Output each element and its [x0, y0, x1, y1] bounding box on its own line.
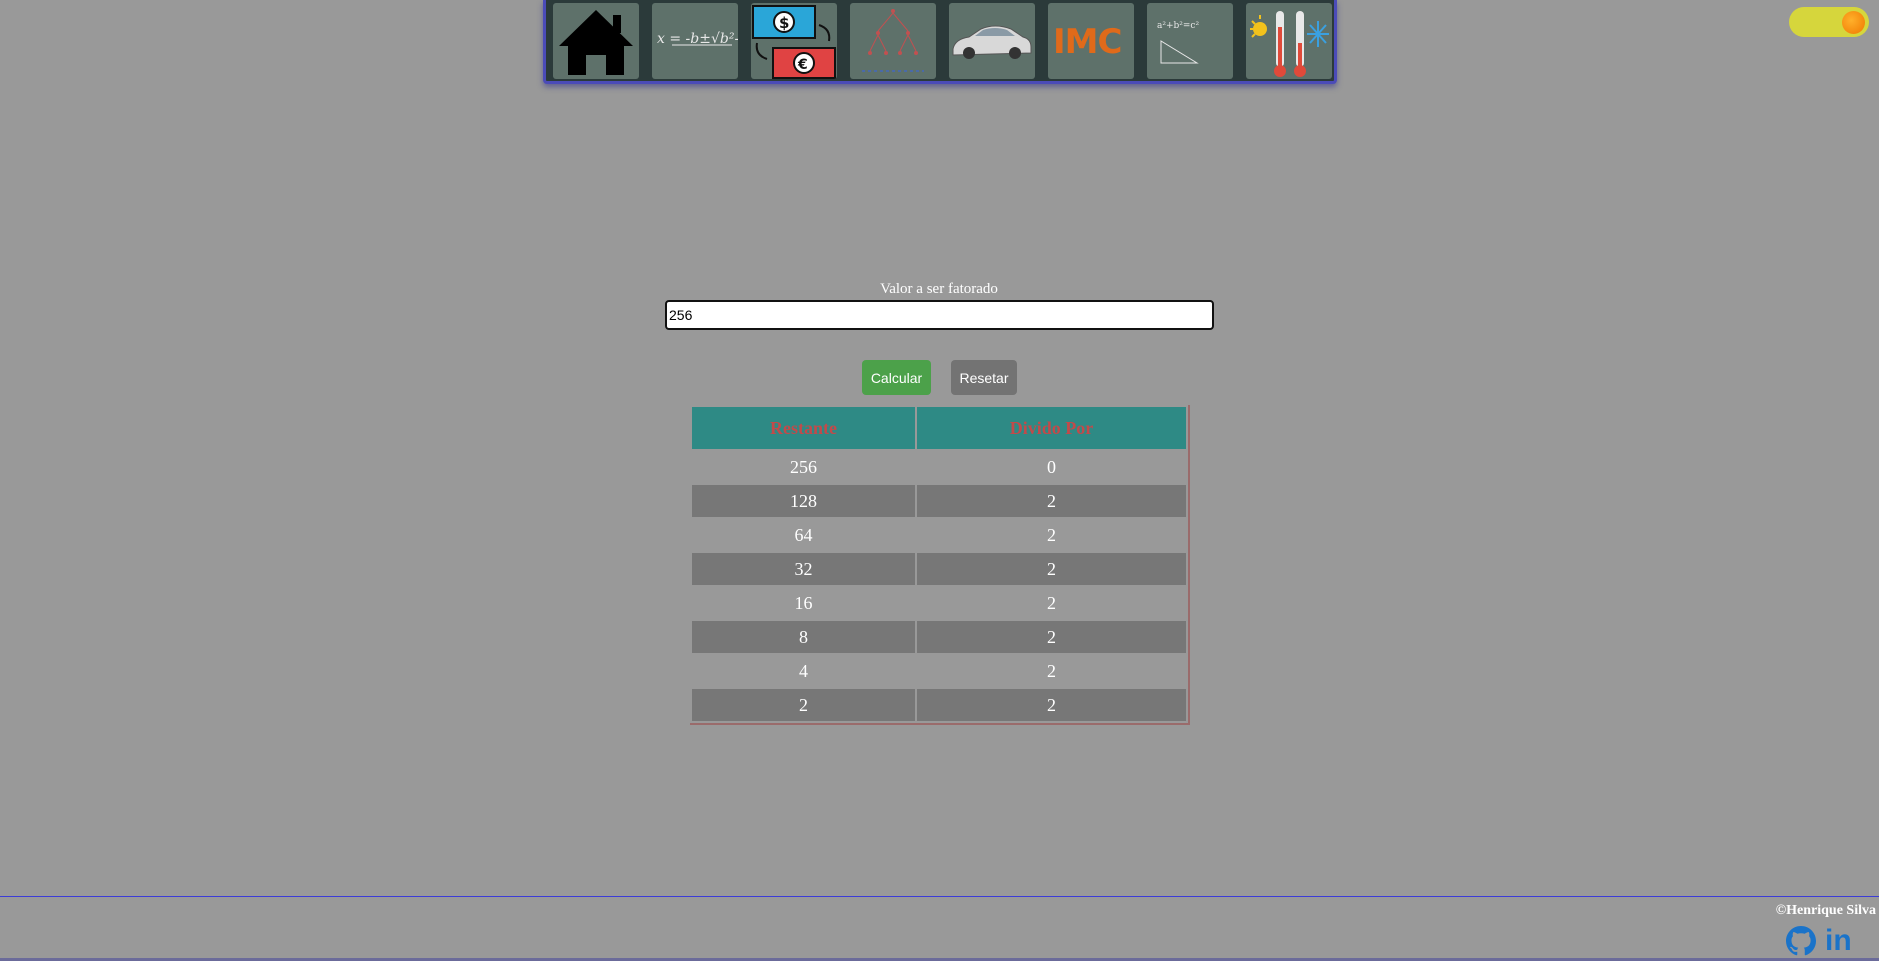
cell-divido-por: 2	[917, 553, 1186, 585]
table-row: 16 2	[692, 587, 1186, 619]
nav-pythagoras-button[interactable]: a²+b²=c²	[1147, 3, 1233, 79]
nav-home-button[interactable]	[553, 3, 639, 79]
calculate-button[interactable]: Calcular	[862, 360, 931, 395]
cell-divido-por: 2	[917, 519, 1186, 551]
cell-restante: 64	[692, 519, 915, 551]
linkedin-icon[interactable]: in	[1825, 926, 1852, 956]
cell-restante: 4	[692, 655, 915, 687]
column-header-divido-por: Divido Por	[917, 407, 1186, 449]
cell-restante: 2	[692, 689, 915, 721]
github-icon[interactable]	[1786, 926, 1816, 956]
cell-divido-por: 2	[917, 655, 1186, 687]
nav-bhaskara-button[interactable]: x = -b±√b²-4ac / 2a	[652, 3, 738, 79]
cell-restante: 32	[692, 553, 915, 585]
table-row: 32 2	[692, 553, 1186, 585]
cell-divido-por: 2	[917, 621, 1186, 653]
factor-value-input[interactable]	[665, 300, 1214, 330]
car-icon	[952, 25, 1032, 59]
cell-restante: 256	[692, 451, 915, 483]
top-nav: x = -b±√b²-4ac / 2a $ €	[543, 0, 1337, 84]
nav-imc-button[interactable]: IMC	[1048, 3, 1134, 79]
pythagoras-triangle-icon: a²+b²=c²	[1157, 21, 1199, 64]
table-row: 64 2	[692, 519, 1186, 551]
table-row: 128 2	[692, 485, 1186, 517]
nav-factorization-button[interactable]	[850, 3, 936, 79]
footer-credit: ©Henrique Silva	[1775, 903, 1876, 918]
cell-divido-por: 2	[917, 485, 1186, 517]
table-row: 82	[692, 621, 1186, 653]
theme-toggle[interactable]	[1789, 7, 1869, 37]
imc-logo-icon: IMC	[1053, 22, 1122, 62]
cell-restante: 8	[692, 621, 915, 653]
cell-restante: 16	[692, 587, 915, 619]
svg-text:$: $	[779, 14, 789, 32]
toggle-knob	[1842, 11, 1865, 34]
table-row: 42	[692, 655, 1186, 687]
column-header-restante: Restante	[692, 407, 915, 449]
cell-divido-por: 0	[917, 451, 1186, 483]
svg-text:€: €	[797, 57, 808, 73]
nav-car-button[interactable]	[949, 3, 1035, 79]
table-row: 22	[692, 689, 1186, 721]
factorization-table: Restante Divido Por 256 0 128 2 64 2 32 2 16…	[690, 405, 1190, 725]
factor-value-label: Valor a ser fatorado	[880, 281, 998, 297]
nav-currency-button[interactable]: $ €	[751, 3, 837, 79]
cell-restante: 128	[692, 485, 915, 517]
nav-temperature-button[interactable]	[1246, 3, 1332, 79]
footer: ©Henrique Silva	[0, 896, 1879, 961]
pythagoras-formula-text: a²+b²=c²	[1157, 21, 1199, 31]
prime-factor-tree-icon	[862, 9, 924, 72]
reset-button[interactable]: Resetar	[951, 360, 1017, 395]
cell-divido-por: 2	[917, 689, 1186, 721]
cell-divido-por: 2	[917, 587, 1186, 619]
thermometer-icon	[1250, 11, 1329, 77]
table-header-row: Restante Divido Por	[692, 407, 1186, 449]
quadratic-formula-icon: x = -b±√b²-4ac / 2a	[657, 31, 738, 47]
table-row: 256 0	[692, 451, 1186, 483]
imc-text: IMC	[1053, 22, 1121, 62]
house-icon	[559, 10, 633, 75]
currency-exchange-icon: $ €	[752, 5, 836, 79]
